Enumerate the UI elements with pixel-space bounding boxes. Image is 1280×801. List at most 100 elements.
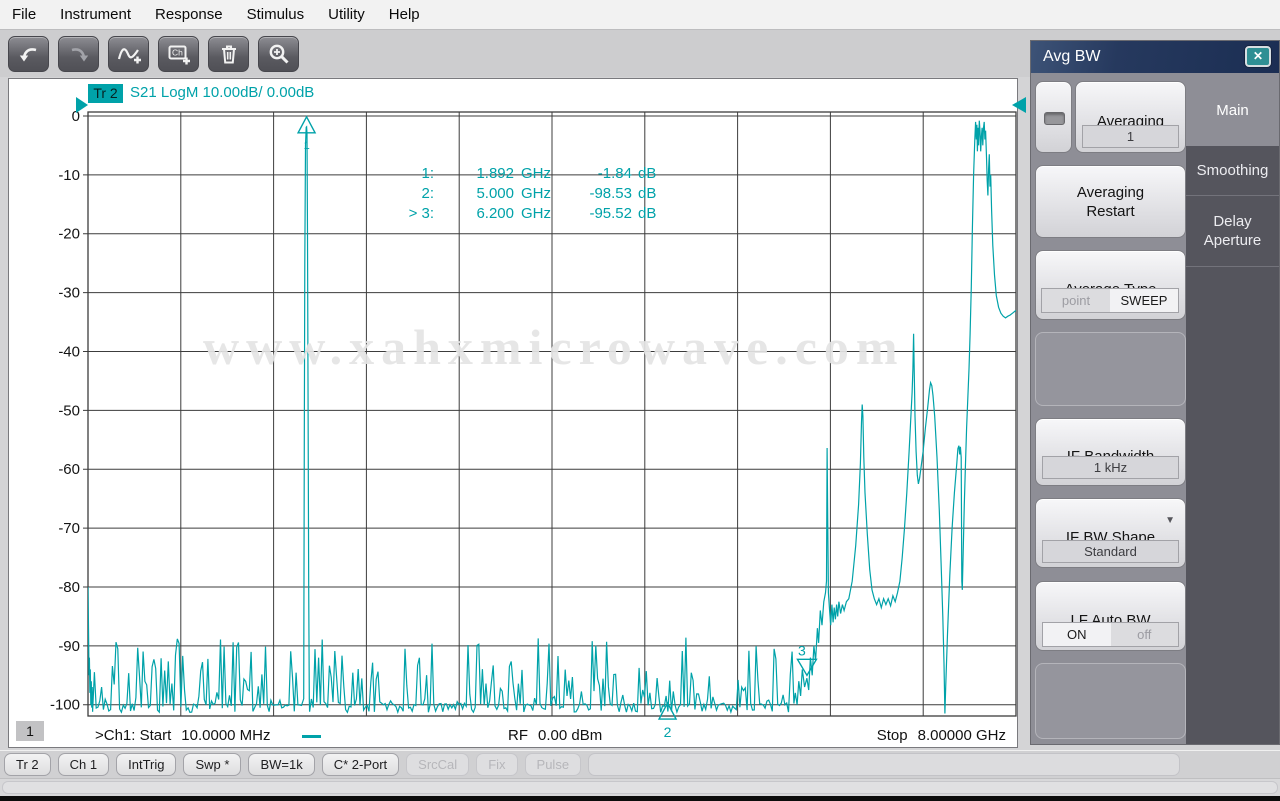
y-axis-tick-label: -70 <box>58 520 80 537</box>
panel-title-bar: Avg BW ✕ <box>1031 41 1279 73</box>
statusbar-button-inttrig[interactable]: IntTrig <box>116 753 177 776</box>
averaging-restart-button[interactable]: Averaging Restart <box>1035 165 1186 238</box>
marker-frequency: 6.200 <box>476 204 514 222</box>
marker-readout-row-3: > 3: 6.200 GHz -95.52 dB <box>392 203 657 223</box>
tab-label: Main <box>1216 101 1249 119</box>
tab-smoothing[interactable]: Smoothing <box>1186 146 1279 196</box>
averaging-value[interactable]: 1 <box>1082 125 1179 148</box>
panel-tab-column: Main Smoothing Delay Aperture <box>1186 75 1279 744</box>
average-type-option-sweep[interactable]: SWEEP <box>1110 289 1178 312</box>
delete-button[interactable] <box>208 35 249 72</box>
add-channel-icon: Ch <box>168 45 190 64</box>
ref-level-indicator-left <box>76 97 88 113</box>
statusbar-button-ch-1[interactable]: Ch 1 <box>57 753 110 776</box>
average-type-option-point[interactable]: point <box>1042 289 1110 312</box>
if-bandwidth-value[interactable]: 1 kHz <box>1042 456 1179 479</box>
marker-number: > 3: <box>408 204 434 222</box>
marker-value-unit: dB <box>638 204 657 222</box>
marker-frequency-unit: GHz <box>521 164 551 182</box>
y-axis-tick-label: -20 <box>58 226 80 243</box>
add-channel-button[interactable]: Ch <box>158 35 199 72</box>
tab-label: Smoothing <box>1196 162 1269 179</box>
menu-item-instrument[interactable]: Instrument <box>60 6 131 23</box>
marker-value-unit: dB <box>638 184 657 202</box>
stimulus-start-label[interactable]: >Ch1: Start 10.0000 MHz <box>95 727 271 744</box>
trace-settings-label[interactable]: S21 LogM 10.00dB/ 0.00dB <box>130 84 314 101</box>
toggle-led-indicator <box>1044 112 1065 125</box>
trace-color-legend-dash <box>302 735 321 738</box>
stop-label: Stop <box>876 727 908 744</box>
statusbar-button-bw-1k[interactable]: BW=1k <box>248 753 315 776</box>
start-label: >Ch1: Start <box>95 727 172 744</box>
marker-3-triangle[interactable] <box>796 658 818 677</box>
statusbar-button-fix[interactable]: Fix <box>476 753 518 776</box>
marker-1-label: 1 <box>304 140 310 152</box>
stimulus-stop-label[interactable]: Stop 8.00000 GHz <box>868 727 1006 744</box>
marker-value: -98.53 <box>589 184 632 202</box>
statusbar-button-c-2-port[interactable]: C* 2-Port <box>321 753 400 776</box>
blank-disabled-button-1 <box>1035 332 1186 406</box>
window-bottom-edge <box>0 796 1280 801</box>
blank-disabled-button-2 <box>1035 663 1186 739</box>
marker-value-unit: dB <box>638 164 657 182</box>
avg-bw-panel: Avg BW ✕ Main Smoothing Delay Aperture Ave… <box>1030 40 1280 745</box>
marker-value: -95.52 <box>589 204 632 222</box>
vna-application-window: File Instrument Response Stimulus Utility Hel… <box>0 0 1280 801</box>
y-axis-tick-label: -40 <box>58 343 80 360</box>
tab-delay-aperture[interactable]: Delay Aperture <box>1186 196 1279 267</box>
svg-text:Ch: Ch <box>172 47 183 57</box>
zoom-in-button[interactable] <box>258 35 299 72</box>
rf-power-label[interactable]: RF 0.00 dBm <box>508 727 602 744</box>
y-axis-tick-label: -30 <box>58 285 80 302</box>
lf-auto-bw-segmented-control: ON off <box>1042 622 1179 647</box>
marker-readout-row-2: 2: 5.000 GHz -98.53 dB <box>392 183 656 203</box>
menu-item-response[interactable]: Response <box>155 6 223 23</box>
active-trace-badge[interactable]: Tr 2 <box>88 84 123 103</box>
statusbar-button-swp-[interactable]: Swp * <box>183 753 242 776</box>
rf-label: RF <box>508 727 528 744</box>
lf-auto-bw-option-on[interactable]: ON <box>1043 623 1111 646</box>
channel-number-box[interactable]: 1 <box>16 721 44 741</box>
marker-frequency: 1.892 <box>476 164 514 182</box>
redo-button[interactable] <box>58 35 99 72</box>
y-axis-tick-label: -50 <box>58 402 80 419</box>
tab-main[interactable]: Main <box>1186 75 1279 146</box>
y-axis-tick-label: -60 <box>58 461 80 478</box>
marker-2-label: 2 <box>664 724 672 740</box>
marker-readout-table: 1: 1.892 GHz -1.84 dB 2: 5.000 GHz -98.53 dB > 3: 6… <box>392 163 657 223</box>
ref-level-indicator-right <box>1012 97 1026 113</box>
averaging-toggle-button[interactable] <box>1035 81 1072 153</box>
chevron-down-icon: ▼ <box>1165 515 1175 526</box>
start-value: 10.0000 MHz <box>181 727 271 744</box>
marker-readout-row-1: 1: 1.892 GHz -1.84 dB <box>392 163 656 183</box>
panel-title: Avg BW <box>1043 48 1101 65</box>
delete-icon <box>221 45 236 63</box>
y-axis-tick-label: -10 <box>58 167 80 184</box>
menu-item-file[interactable]: File <box>12 6 36 23</box>
marker-frequency-unit: GHz <box>521 184 551 202</box>
statusbar-button-pulse[interactable]: Pulse <box>524 753 582 776</box>
statusbar-button-srccal[interactable]: SrcCal <box>406 753 470 776</box>
add-trace-icon <box>117 47 141 63</box>
if-bw-shape-value[interactable]: Standard <box>1042 540 1179 563</box>
marker-3-label: 3 <box>798 642 806 658</box>
marker-frequency: 5.000 <box>476 184 514 202</box>
status-message-area <box>2 781 1278 794</box>
undo-button[interactable] <box>8 35 49 72</box>
menu-item-help[interactable]: Help <box>389 6 420 23</box>
add-trace-button[interactable] <box>108 35 149 72</box>
undo-icon <box>19 47 36 61</box>
marker-frequency-unit: GHz <box>521 204 551 222</box>
menu-item-stimulus[interactable]: Stimulus <box>247 6 305 23</box>
marker-number: 1: <box>421 164 434 182</box>
statusbar-button-tr-2[interactable]: Tr 2 <box>4 753 51 776</box>
menu-bar: File Instrument Response Stimulus Utility Hel… <box>0 0 1280 29</box>
marker-value: -1.84 <box>597 164 632 182</box>
zoom-in-icon <box>269 44 289 64</box>
close-icon[interactable]: ✕ <box>1245 46 1271 67</box>
status-bar: Tr 2 Ch 1 IntTrig Swp * BW=1k C* 2-Port SrcCal… <box>0 750 1280 778</box>
lf-auto-bw-option-off[interactable]: off <box>1111 623 1179 646</box>
redo-icon <box>71 47 88 61</box>
menu-item-utility[interactable]: Utility <box>328 6 365 23</box>
y-axis-tick-label: -80 <box>58 579 80 596</box>
